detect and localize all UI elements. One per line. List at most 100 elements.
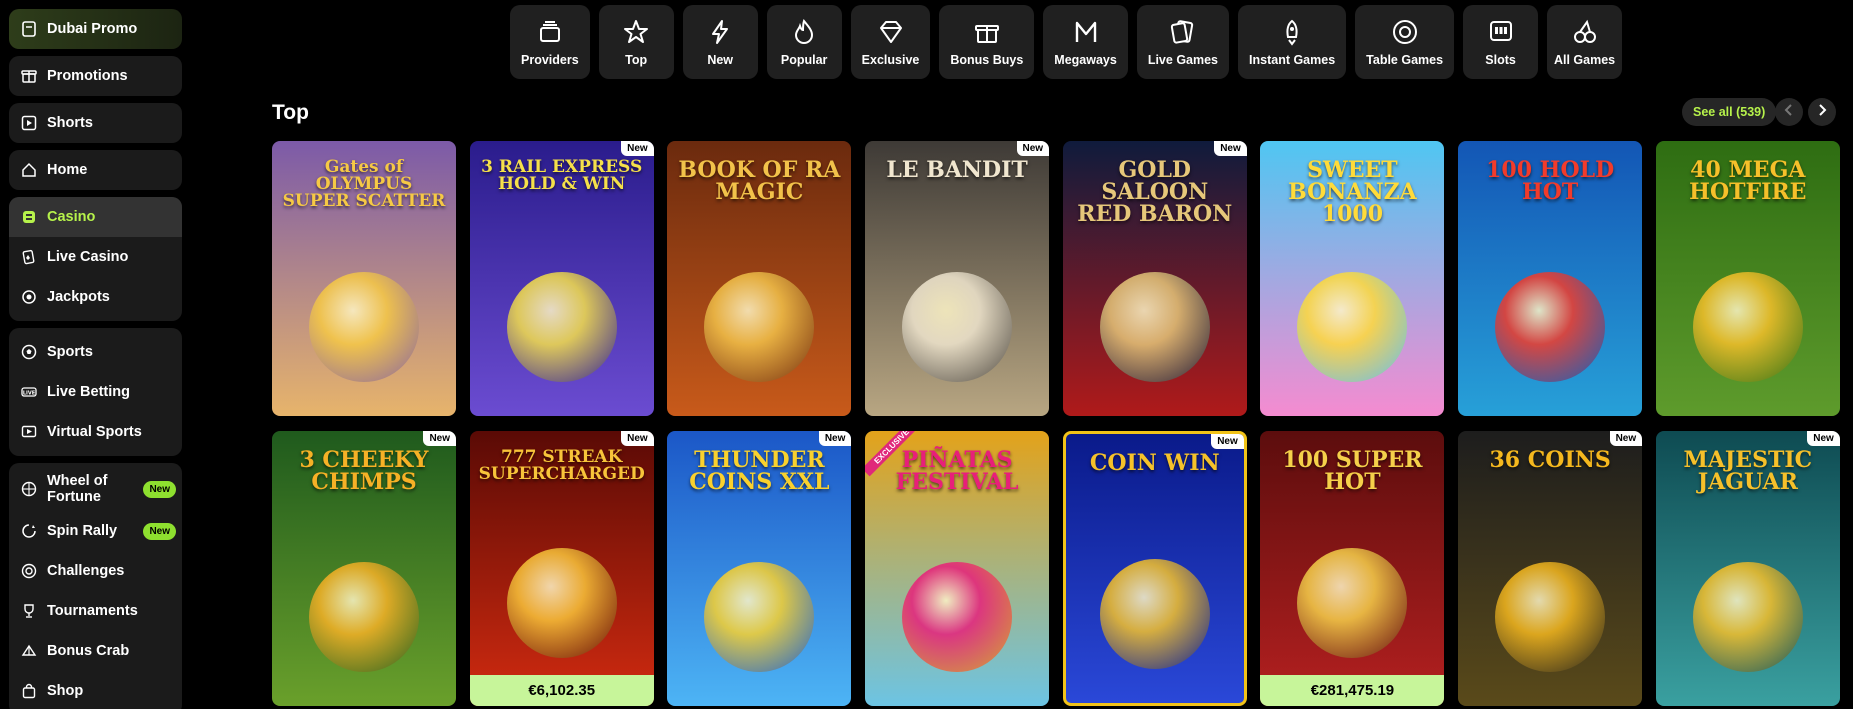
game-art-title: 777 STREAK SUPERCHARGED <box>478 447 645 484</box>
sidebar-item-label: Promotions <box>47 68 128 84</box>
category-exclusive[interactable]: Exclusive <box>850 5 931 79</box>
sidebar: Dubai Promo Promotions Shorts Home Casin… <box>9 9 182 709</box>
sidebar-item-label: Wheel of Fortune <box>47 473 108 505</box>
game-art-title: 100 SUPER HOT <box>1282 447 1423 495</box>
category-new[interactable]: New <box>682 5 758 79</box>
category-live-games[interactable]: Live Games <box>1136 5 1230 79</box>
sidebar-item-jackpots[interactable]: Jackpots <box>9 277 182 317</box>
category-table-games[interactable]: Table Games <box>1355 5 1455 79</box>
game-artwork <box>309 562 419 672</box>
game-art-title: THUNDER COINS XXL <box>689 447 830 495</box>
game-tile[interactable]: LE BANDIT New <box>865 141 1050 416</box>
game-tile[interactable]: 40 MEGA HOTFIRE <box>1655 141 1840 416</box>
game-artwork <box>1099 272 1210 382</box>
sidebar-item-spin-rally[interactable]: Spin Rally New <box>9 511 182 551</box>
game-tile[interactable]: 100 SUPER HOT €281,475.19 <box>1260 431 1445 706</box>
new-badge: New <box>818 431 852 446</box>
game-tile[interactable]: THUNDER COINS XXL New <box>667 431 852 706</box>
gift-icon <box>972 17 1002 47</box>
category-label: Instant Games <box>1249 53 1336 67</box>
sidebar-item-tournaments[interactable]: Tournaments <box>9 591 182 631</box>
jackpot-amount: €6,102.35 <box>469 675 654 706</box>
game-art-title: 3 CHEEKY CHIMPS <box>299 447 429 495</box>
sidebar-item-sports[interactable]: Sports <box>9 332 182 372</box>
sidebar-item-shorts[interactable]: Shorts <box>9 103 182 143</box>
sidebar-item-shop[interactable]: Shop <box>9 671 182 709</box>
new-badge: New <box>621 431 654 446</box>
category-top[interactable]: Top <box>598 5 674 79</box>
game-tile[interactable]: BOOK OF RA MAGIC <box>667 141 852 416</box>
game-artwork <box>1099 559 1210 669</box>
sidebar-item-label: Virtual Sports <box>47 424 142 440</box>
category-label: Table Games <box>1366 53 1444 67</box>
sidebar-item-virtual-sports[interactable]: Virtual Sports <box>9 412 182 452</box>
category-label: Popular <box>780 53 828 67</box>
game-tile[interactable]: 36 COINS New <box>1458 431 1643 706</box>
game-tile[interactable]: MAJESTIC JAGUAR New <box>1655 431 1840 706</box>
category-providers[interactable]: Providers <box>510 5 590 79</box>
scroll-left-button[interactable] <box>1775 98 1803 126</box>
sidebar-item-challenges[interactable]: Challenges <box>9 551 182 591</box>
sidebar-item-bonus-crab[interactable]: Bonus Crab <box>9 631 182 671</box>
category-megaways[interactable]: Megaways <box>1043 5 1128 79</box>
category-all-games[interactable]: All Games <box>1547 5 1623 79</box>
section-title: Top <box>272 101 309 124</box>
football-icon <box>21 344 37 360</box>
game-tile[interactable]: COIN WIN New <box>1062 431 1247 706</box>
game-tile[interactable]: 3 CHEEKY CHIMPS New <box>272 431 456 706</box>
live-icon: LIVE <box>21 384 37 400</box>
game-art-title: PIÑATAS FESTIVAL <box>895 447 1019 495</box>
sidebar-item-label: Jackpots <box>47 289 110 305</box>
category-bonus-buys[interactable]: Bonus Buys <box>939 5 1035 79</box>
sidebar-item-live-casino[interactable]: Live Casino <box>9 237 182 277</box>
game-tile[interactable]: 777 STREAK SUPERCHARGED New €6,102.35 <box>469 431 654 706</box>
category-popular[interactable]: Popular <box>766 5 842 79</box>
sidebar-item-label: Challenges <box>47 563 125 579</box>
game-art-title: COIN WIN <box>1089 450 1220 476</box>
sidebar-item-home[interactable]: Home <box>9 150 182 190</box>
game-tile[interactable]: Gates of OLYMPUS SUPER SCATTER <box>272 141 456 416</box>
game-art-title: 3 RAIL EXPRESS HOLD & WIN <box>481 157 643 194</box>
jackpot-icon <box>21 289 37 305</box>
sidebar-item-dubai-promo[interactable]: Dubai Promo <box>9 9 182 49</box>
sidebar-item-promotions[interactable]: Promotions <box>9 56 182 96</box>
gift-box-icon <box>21 68 37 84</box>
game-tile[interactable]: 100 HOLD HOT <box>1458 141 1643 416</box>
category-label: Exclusive <box>861 53 920 67</box>
sidebar-item-wheel-of-fortune[interactable]: Wheel of Fortune New <box>9 467 182 511</box>
game-grid: Gates of OLYMPUS SUPER SCATTER 3 RAIL EXP… <box>272 141 1840 706</box>
game-art-title: SWEET BONANZA 1000 <box>1288 157 1417 227</box>
category-label: All Games <box>1553 53 1616 67</box>
game-tile[interactable]: PIÑATAS FESTIVAL EXCLUSIVE <box>865 431 1050 706</box>
sidebar-item-casino[interactable]: Casino <box>9 197 182 237</box>
sidebar-item-live-betting[interactable]: LIVE Live Betting <box>9 372 182 412</box>
sidebar-item-label: Casino <box>47 209 96 225</box>
category-bar: Providers Top New Popular Exclusive Bonu… <box>510 5 1623 79</box>
new-badge: New <box>621 141 654 156</box>
home-icon <box>21 162 37 178</box>
chevron-right-icon <box>1815 103 1829 122</box>
sidebar-item-label: Home <box>47 162 88 178</box>
game-art-title: LE BANDIT <box>886 157 1028 183</box>
wheel-icon <box>21 481 37 497</box>
game-artwork <box>1297 548 1408 658</box>
game-artwork <box>506 548 617 658</box>
sidebar-item-label: Tournaments <box>47 603 138 619</box>
sidebar-item-label: Spin Rally <box>47 523 118 539</box>
see-all-button[interactable]: See all (539) <box>1682 98 1777 126</box>
game-tile[interactable]: GOLD SALOON RED BARON New <box>1062 141 1247 416</box>
category-instant-games[interactable]: Instant Games <box>1238 5 1347 79</box>
game-tile[interactable]: 3 RAIL EXPRESS HOLD & WIN New <box>469 141 654 416</box>
new-badge: New <box>143 480 176 498</box>
category-label: Providers <box>521 53 579 67</box>
stack-icon <box>535 17 565 47</box>
category-slots[interactable]: Slots <box>1463 5 1539 79</box>
new-badge: New <box>1214 141 1247 156</box>
cherries-icon <box>1570 17 1600 47</box>
game-artwork <box>1692 562 1803 672</box>
sidebar-item-label: Dubai Promo <box>47 21 138 37</box>
promo-icon <box>21 21 37 37</box>
scroll-right-button[interactable] <box>1808 98 1836 126</box>
game-tile[interactable]: SWEET BONANZA 1000 <box>1260 141 1445 416</box>
game-artwork <box>1297 272 1408 382</box>
